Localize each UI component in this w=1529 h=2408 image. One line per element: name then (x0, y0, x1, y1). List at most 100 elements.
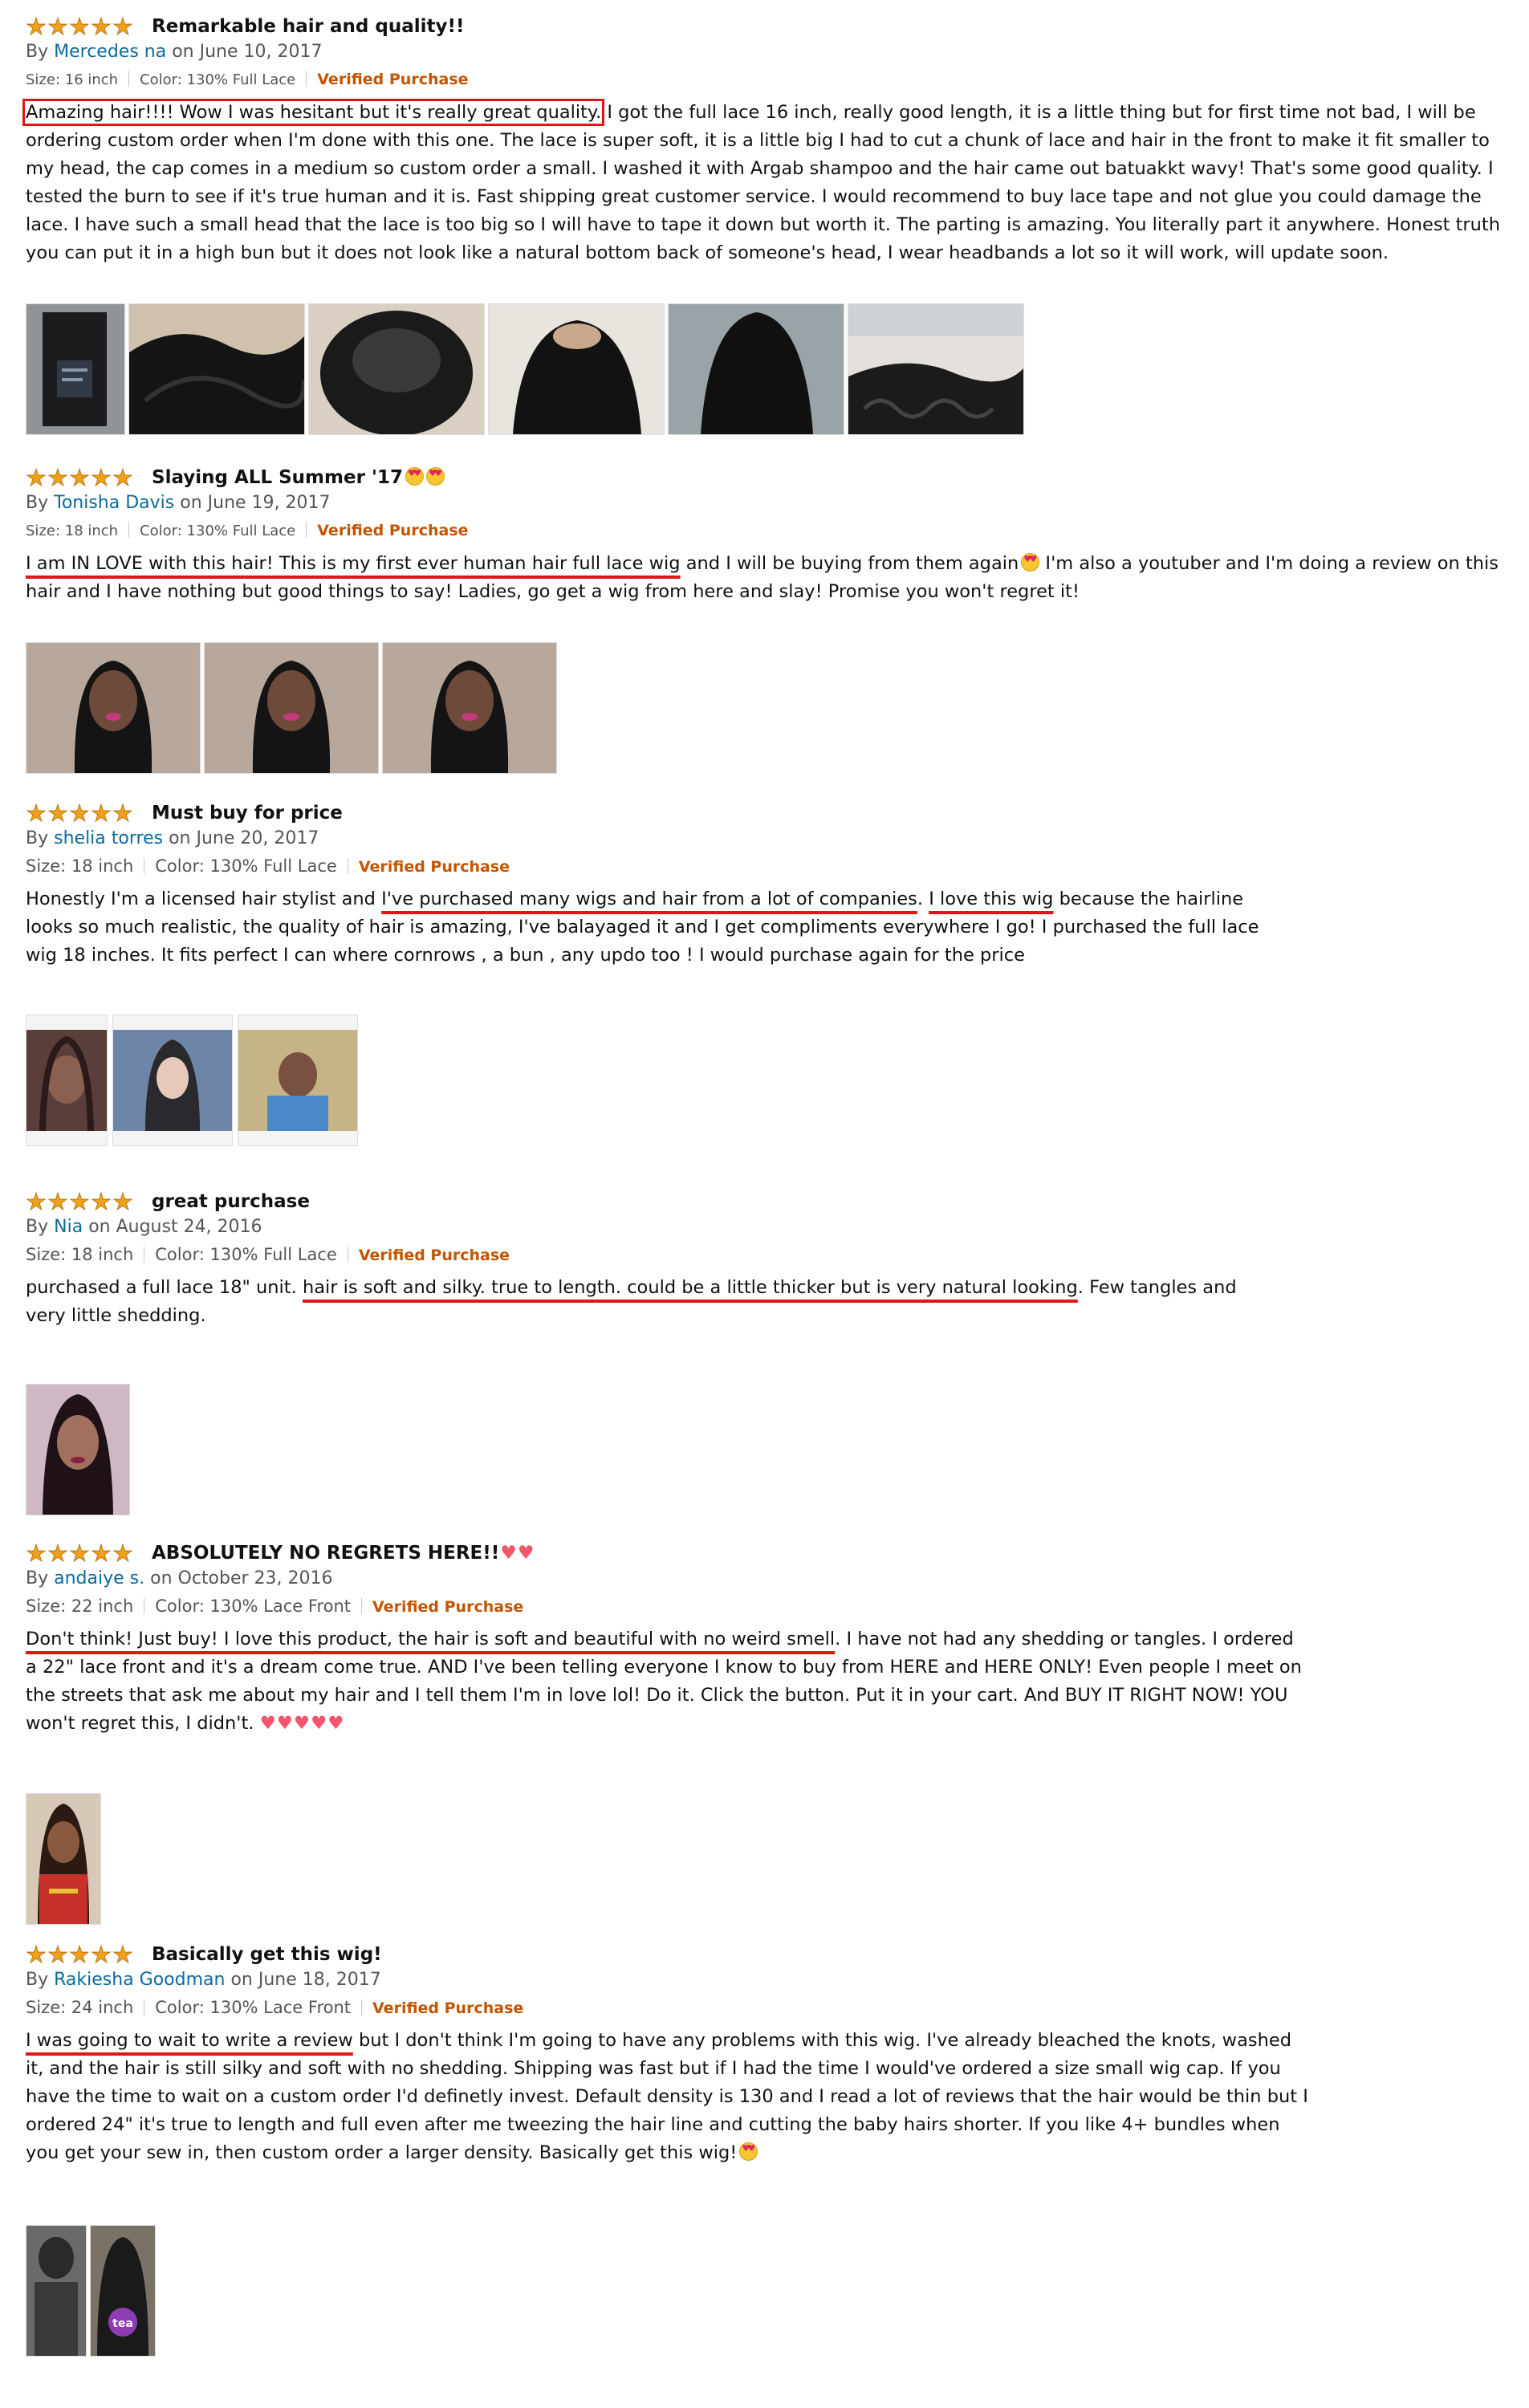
by-label: By (26, 1568, 49, 1588)
review-photo-thumbnail[interactable] (128, 303, 305, 435)
review-title[interactable]: Basically get this wig! (152, 1942, 382, 1967)
review-photo-thumbnail[interactable] (26, 2225, 87, 2357)
highlighted-text: I've purchased many wigs and hair from a… (381, 889, 917, 909)
by-label: By (26, 493, 49, 513)
review-photo-thumbnail[interactable] (668, 303, 844, 435)
star-rating: ★★★★★ (26, 1540, 134, 1567)
review-title[interactable]: ABSOLUTELY NO REGRETS HERE!!♥♥ (152, 1541, 535, 1565)
review-text: . (917, 889, 929, 909)
review-author-link[interactable]: Mercedes na (54, 42, 166, 62)
star-rating: ★★★★★ (26, 464, 134, 491)
color-label: Color: 130% Full Lace (155, 856, 337, 876)
review-photo-thumbnail[interactable] (308, 303, 485, 435)
by-label: By (26, 1217, 49, 1237)
review-photo-thumbnail[interactable] (382, 642, 557, 774)
review-text: I got the full lace 16 inch, really good… (26, 102, 1501, 263)
review-photo-thumbnail[interactable] (204, 642, 379, 774)
heart-eyes-emoji-icon (739, 2142, 758, 2161)
review-byline: By andaiye s. on October 23, 2016 (26, 1565, 1519, 1592)
review-author-link[interactable]: Nia (54, 1217, 83, 1237)
review-body: purchased a full lace 18" unit. hair is … (26, 1274, 1278, 1330)
review-date: on June 20, 2017 (169, 828, 319, 848)
meta-divider (128, 522, 130, 538)
star-rating: ★★★★★ (26, 13, 134, 40)
review-photo-thumbnail[interactable] (26, 1793, 101, 1925)
review-byline: By Nia on August 24, 2016 (26, 1214, 1519, 1241)
review-body: Honestly I'm a licensed hair stylist and… (26, 885, 1278, 970)
review-title-text: ABSOLUTELY NO REGRETS HERE!! (152, 1543, 500, 1564)
review-author-link[interactable]: andaiye s. (54, 1568, 144, 1588)
review-byline: By Mercedes na on June 10, 2017 (26, 39, 1519, 66)
review-text: Honestly I'm a licensed hair stylist and (26, 889, 382, 909)
review-title[interactable]: Slaying ALL Summer '17 (152, 466, 445, 490)
color-label: Color: 130% Lace Front (155, 1597, 352, 1616)
review-author-link[interactable]: Rakiesha Goodman (54, 1970, 225, 1990)
heart-eyes-emoji-icon (405, 467, 424, 486)
review-title[interactable]: Remarkable hair and quality!! (152, 14, 465, 39)
heart-icon: ♥ (517, 1543, 535, 1564)
review-1: ★★★★★ Remarkable hair and quality!! By M… (22, 11, 1519, 435)
by-label: By (26, 1970, 49, 1990)
meta-divider (361, 1999, 363, 2015)
review-meta: Size: 18 inch Color: 130% Full Lace Verifi… (26, 1241, 1519, 1269)
review-meta: Size: 24 inch Color: 130% Lace Front Verif… (26, 1994, 1519, 2022)
review-photo-thumbnail[interactable]: tea (90, 2225, 156, 2357)
highlighted-text: Amazing hair!!!! Wow I was hesitant but … (22, 99, 605, 126)
heart-eyes-emoji-icon (425, 467, 445, 486)
star-rating: ★★★★★ (26, 799, 134, 827)
review-date: on June 19, 2017 (180, 493, 331, 513)
size-label: Size: 18 inch (26, 523, 119, 539)
review-3: ★★★★★ Must buy for price By shelia torre… (26, 798, 1519, 1146)
verified-purchase-badge: Verified Purchase (358, 858, 510, 876)
review-date: on June 18, 2017 (230, 1970, 381, 1990)
review-date: on October 23, 2016 (150, 1568, 333, 1588)
review-text: and I will be buying from them again (680, 553, 1019, 574)
star-rating: ★★★★★ (26, 1188, 134, 1215)
meta-divider (306, 71, 307, 87)
review-meta: Size: 18 inch Color: 130% Full Lace Verifi… (26, 517, 1519, 545)
review-photo-thumbnail[interactable] (26, 1015, 108, 1146)
color-label: Color: 130% Full Lace (140, 71, 296, 88)
review-title[interactable]: Must buy for price (152, 801, 343, 825)
reviews-page: { "reviews": [ { "stars": "★★★★★", "titl… (0, 0, 1529, 2408)
tea-sticker-label: tea (112, 2317, 133, 2330)
highlighted-text: I love this wig (929, 889, 1054, 909)
review-meta: Size: 16 inch Color: 130% Full Lace Verifi… (26, 66, 1519, 94)
review-body: I am IN LOVE with this hair! This is my … (26, 550, 1519, 606)
review-author-link[interactable]: Tonisha Davis (54, 493, 174, 513)
review-body: Don't think! Just buy! I love this produ… (26, 1625, 1310, 1738)
review-text: purchased a full lace 18" unit. (26, 1277, 303, 1298)
by-label: By (26, 42, 49, 62)
verified-purchase-badge: Verified Purchase (372, 1598, 524, 1616)
review-meta: Size: 18 inch Color: 130% Full Lace Verifi… (26, 852, 1519, 881)
review-body: I was going to wait to write a review bu… (26, 2027, 1310, 2167)
size-label: Size: 22 inch (26, 1597, 134, 1616)
color-label: Color: 130% Full Lace (140, 523, 296, 539)
review-photo-thumbnail[interactable] (26, 303, 125, 435)
review-byline: By shelia torres on June 20, 2017 (26, 825, 1519, 852)
verified-purchase-badge: Verified Purchase (358, 1247, 510, 1264)
review-photo-thumbnail[interactable] (26, 1384, 130, 1515)
meta-divider (306, 522, 307, 538)
review-photo-thumbnail[interactable] (26, 642, 201, 774)
highlighted-text: I am IN LOVE with this hair! This is my … (26, 553, 681, 574)
by-label: By (26, 828, 49, 848)
star-rating: ★★★★★ (26, 1941, 134, 1968)
size-label: Size: 18 inch (26, 856, 134, 876)
highlighted-text: hair is soft and silky. true to length. … (302, 1277, 1078, 1298)
review-photo-thumbnail[interactable] (488, 303, 665, 435)
review-date: on June 10, 2017 (172, 42, 323, 62)
review-byline: By Tonisha Davis on June 19, 2017 (26, 490, 1519, 517)
review-body: Amazing hair!!!! Wow I was hesitant but … (22, 99, 1519, 267)
review-title-text: Slaying ALL Summer '17 (152, 467, 403, 488)
review-author-link[interactable]: shelia torres (54, 828, 163, 848)
review-5: ★★★★★ ABSOLUTELY NO REGRETS HERE!!♥♥ By … (26, 1538, 1519, 1925)
review-photo-thumbnail[interactable] (112, 1015, 233, 1146)
color-label: Color: 130% Full Lace (155, 1245, 337, 1264)
heart-icon: ♥ (500, 1543, 517, 1564)
review-photo-thumbnail[interactable] (848, 303, 1024, 435)
review-photo-thumbnail[interactable] (238, 1015, 358, 1146)
review-date: on August 24, 2016 (88, 1217, 262, 1237)
meta-divider (361, 1598, 363, 1614)
review-title[interactable]: great purchase (152, 1190, 310, 1214)
